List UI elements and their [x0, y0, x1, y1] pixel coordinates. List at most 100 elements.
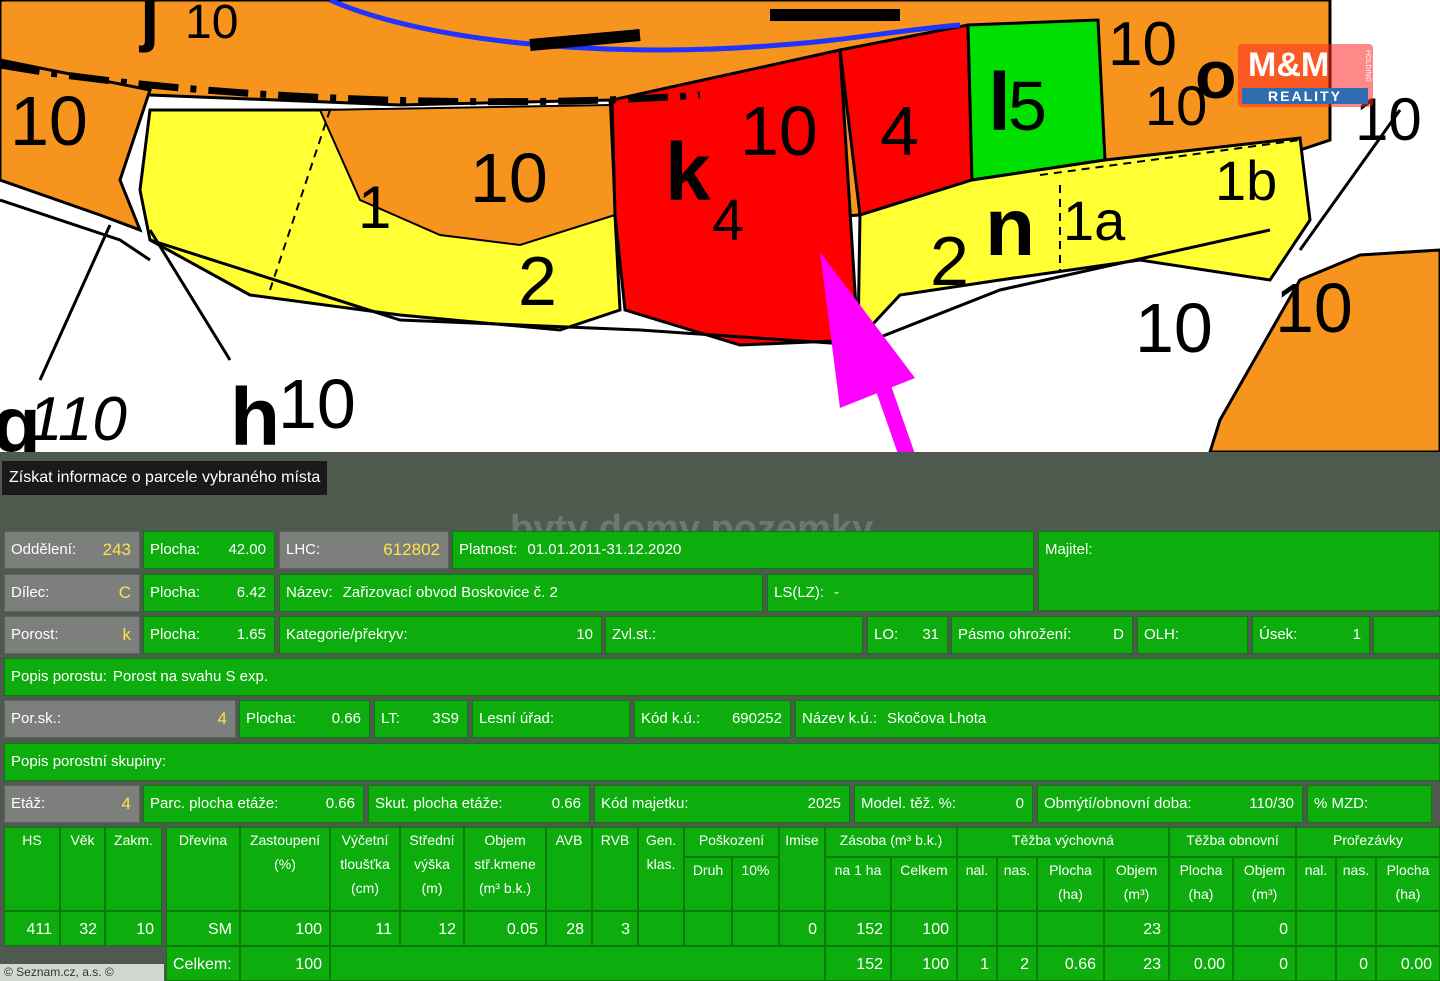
nazev-ku-field: Název k.ú.: Skočova Lhota	[795, 700, 1440, 738]
usek-field: Úsek: 1	[1252, 616, 1370, 654]
oddeleni-plocha-field: Plocha: 42.00	[143, 531, 275, 569]
skut-plocha-field: Skut. plocha etáže: 0.66	[368, 785, 590, 823]
map-label: 10	[1275, 269, 1353, 347]
map-label: 1a	[1063, 189, 1126, 252]
map-label: 10	[10, 82, 88, 160]
col-pr-nas: nas.	[1336, 857, 1376, 911]
parc-plocha-field: Parc. plocha etáže: 0.66	[143, 785, 364, 823]
col-tezba-obnovni: Těžba obnovní	[1169, 827, 1296, 857]
col-imise: Imise	[779, 827, 825, 911]
nazev-field: Název: Zařizovací obvod Boskovice č. 2	[279, 574, 763, 612]
etaz-field: Etáž: 4	[4, 785, 140, 823]
col-pr-plocha: Plocha (ha)	[1376, 857, 1440, 911]
map-label: 1b	[1215, 149, 1277, 212]
map-label: 10	[1145, 74, 1207, 137]
map-label: j	[138, 0, 159, 53]
total-pr-plocha: 0.00	[1376, 946, 1440, 981]
total-pr-nas: 0	[1336, 946, 1376, 981]
col-hs: HS	[4, 827, 60, 911]
total-tv-nal: 1	[957, 946, 997, 981]
total-to-plocha: 0.00	[1169, 946, 1233, 981]
ls-field: LS(LZ): -	[767, 574, 1034, 612]
col-to-plocha: Plocha (ha)	[1169, 857, 1233, 911]
table-cell-to-plocha	[1169, 911, 1233, 946]
popis-porostu-field: Popis porostu: Porost na svahu S exp.	[4, 658, 1440, 696]
col-10pct: 10%	[732, 857, 779, 911]
map-label: 5	[1008, 67, 1047, 145]
total-empty	[330, 946, 825, 981]
empty-field	[1373, 616, 1440, 654]
table-cell-tv-nas	[997, 911, 1037, 946]
platnost-field: Platnost: 01.01.2011-31.12.2020	[452, 531, 1034, 569]
col-prorezavky: Prořezávky	[1296, 827, 1440, 857]
col-gen: Gen. klas.	[638, 827, 684, 911]
col-objem: Objem stř.kmene (m³ b.k.)	[464, 827, 546, 911]
table-cell-10pct	[732, 911, 779, 946]
col-stredni: Střední výška (m)	[400, 827, 464, 911]
table-cell-gen	[638, 911, 684, 946]
col-rvb: RVB	[592, 827, 638, 911]
total-tv-plocha: 0.66	[1037, 946, 1104, 981]
total-na1ha: 152	[825, 946, 891, 981]
oddeleni-field: Oddělení: 243	[4, 531, 140, 569]
map-label: 10	[1135, 289, 1213, 367]
col-zasoba: Zásoba (m³ b.k.)	[825, 827, 957, 857]
map-label: 10	[740, 92, 818, 170]
table-cell-pr-plocha	[1376, 911, 1440, 946]
total-label: Celkem:	[166, 946, 240, 981]
map-label: 2	[518, 242, 557, 320]
table-cell-na1ha: 152	[825, 911, 891, 946]
col-poskozeni: Poškození	[684, 827, 779, 857]
table-cell-celkem: 100	[891, 911, 957, 946]
porost-field: Porost: k	[4, 616, 140, 654]
table-cell-objem: 0.05	[464, 911, 546, 946]
table-cell-zastoupeni: 100	[240, 911, 330, 946]
table-cell-stredni: 12	[400, 911, 464, 946]
porsk-field: Por.sk.: 4	[4, 700, 236, 738]
map-label: 1	[358, 174, 391, 241]
map-label: 10	[185, 0, 238, 49]
table-cell-vek: 32	[60, 911, 105, 946]
total-celkem: 100	[891, 946, 957, 981]
col-tv-nas: nas.	[997, 857, 1037, 911]
table-cell-rvb: 3	[592, 911, 638, 946]
map-label: 10	[470, 139, 548, 217]
total-to-objem: 0	[1233, 946, 1296, 981]
mzd-field: % MZD:	[1307, 785, 1432, 823]
col-zastoupeni: Zastoupení (%)	[240, 827, 330, 911]
map-label: k	[665, 127, 711, 218]
map-label: n	[985, 182, 1035, 273]
table-cell-tv-nal	[957, 911, 997, 946]
col-tv-nal: nal.	[957, 857, 997, 911]
col-tv-plocha: Plocha (ha)	[1037, 857, 1104, 911]
mm-reality-logo: M&M HOLDING REALITY	[1238, 44, 1373, 107]
map-label: 4	[712, 188, 744, 253]
map-label: 110	[28, 385, 127, 454]
popis-skupiny-field: Popis porostní skupiny:	[4, 743, 1440, 781]
total-pr-nal	[1296, 946, 1336, 981]
table-cell-drevina: SM	[166, 911, 240, 946]
obmyti-field: Obmýtí/obnovní doba: 110/30	[1037, 785, 1303, 823]
map-label: 4	[880, 92, 919, 170]
col-vycetni: Výčetní tloušťka (cm)	[330, 827, 400, 911]
col-tezba-vychovna: Těžba výchovná	[957, 827, 1169, 857]
table-cell-imise: 0	[779, 911, 825, 946]
porost-plocha-field: Plocha: 1.65	[143, 616, 275, 654]
table-cell-vycetni: 11	[330, 911, 400, 946]
col-zakm: Zakm.	[105, 827, 162, 911]
panel-title: Získat informace o parcele vybraného mís…	[2, 461, 328, 495]
map-label: 10	[1108, 10, 1177, 79]
map-label: 10	[278, 365, 356, 443]
total-tv-nas: 2	[997, 946, 1037, 981]
map-label: h	[230, 372, 280, 463]
olh-field: OLH:	[1137, 616, 1248, 654]
table-cell-tv-plocha	[1037, 911, 1104, 946]
map-label: 2	[930, 222, 969, 300]
total-zastoupeni: 100	[240, 946, 330, 981]
map-copyright[interactable]: © Seznam.cz, a.s. ©	[0, 964, 164, 981]
col-celkem: Celkem	[891, 857, 957, 911]
total-tv-objem: 23	[1104, 946, 1169, 981]
col-drevina: Dřevina	[166, 827, 240, 911]
kategorie-field: Kategorie/překryv: 10	[279, 616, 602, 654]
table-cell-avb: 28	[546, 911, 592, 946]
